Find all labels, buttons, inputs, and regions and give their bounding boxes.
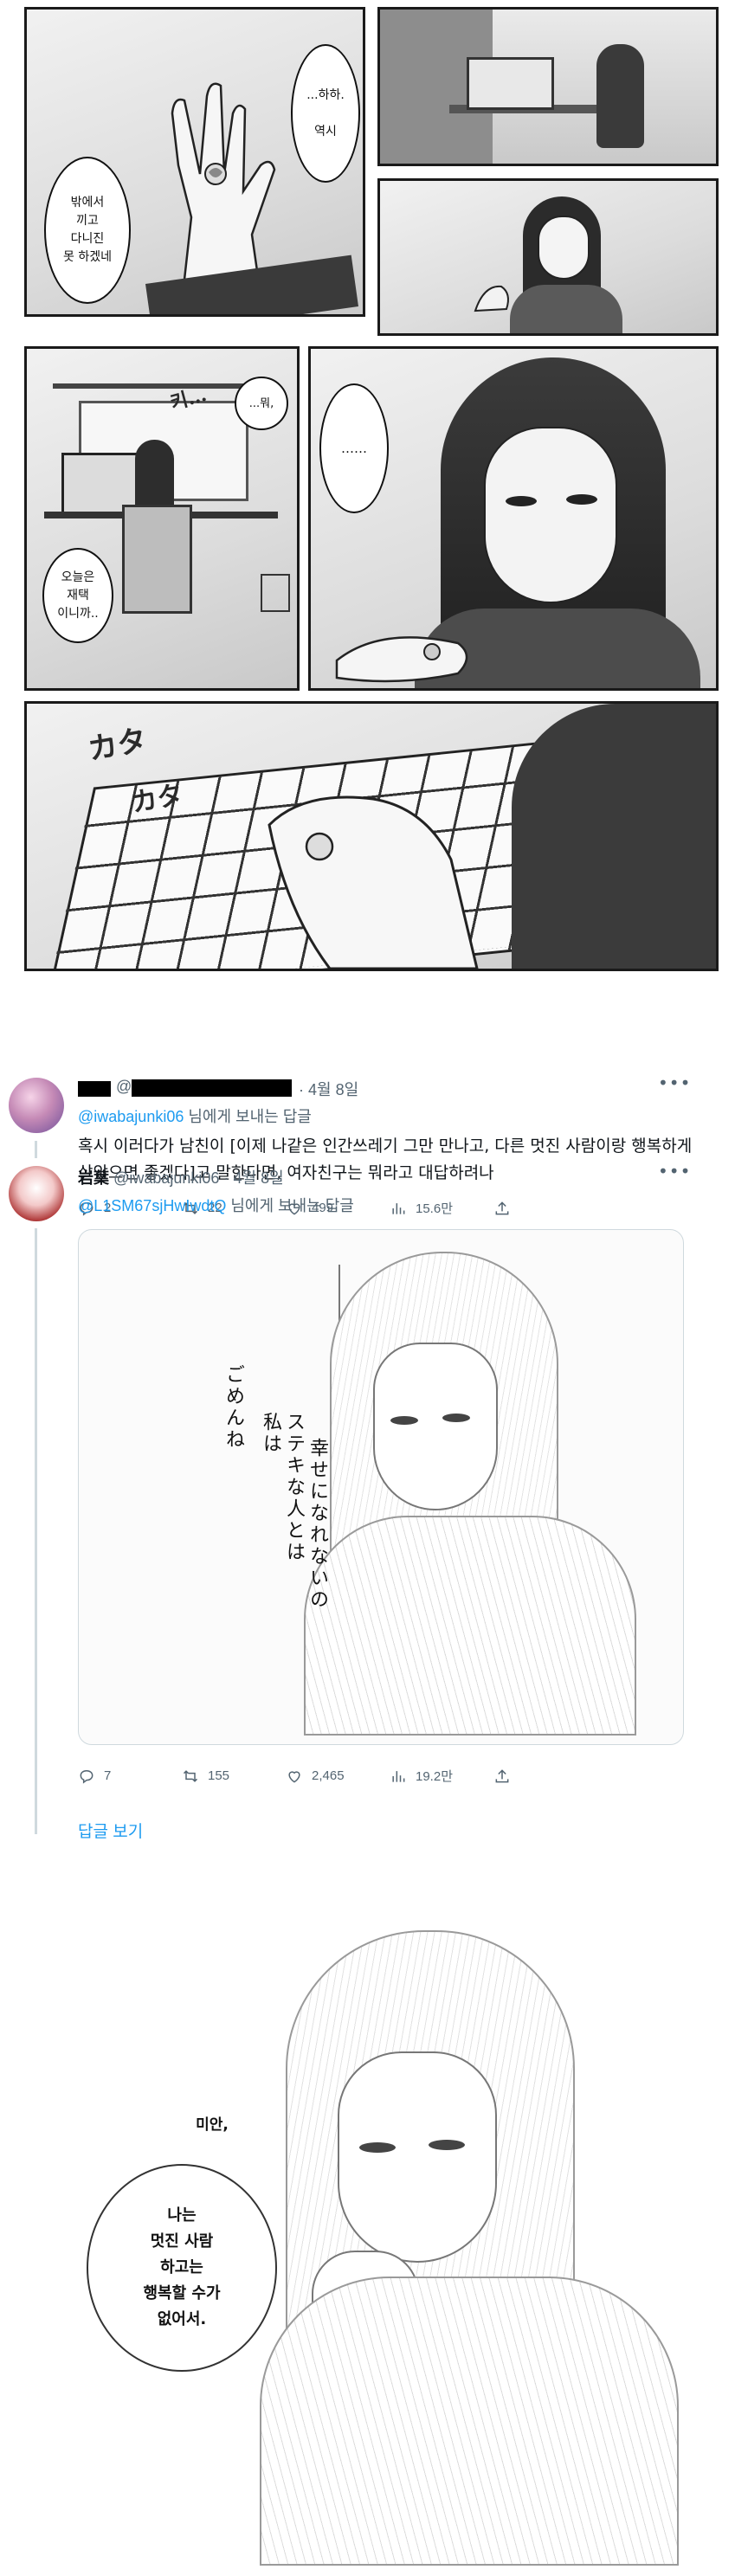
show-replies-link[interactable]: 답글 보기 bbox=[78, 1819, 143, 1842]
redacted-handle bbox=[132, 1079, 292, 1097]
reply-handle-link[interactable]: @L1SM67sjHwIwdtQ bbox=[78, 1197, 226, 1214]
speech-bubble: 나는 멋진 사람 하고는 행복할 수가 없어서. bbox=[87, 2164, 277, 2372]
manga-panel-girl-turn bbox=[377, 178, 719, 336]
thread-line bbox=[35, 1228, 37, 1834]
reply-context: @L1SM67sjHwIwdtQ 님에게 보내는 답글 bbox=[78, 1197, 354, 1214]
sound-effect: カタ bbox=[85, 723, 150, 768]
retweet-button[interactable]: 155 bbox=[182, 1767, 286, 1785]
views-button[interactable]: 19.2만 bbox=[390, 1767, 493, 1785]
speech-bubble: ...하하. 역시 bbox=[291, 44, 360, 183]
chair bbox=[122, 505, 192, 614]
tweet-reply[interactable]: 岩葉 @iwabajunki06 · 4월 8일 ••• @L1SM67sjHw… bbox=[0, 1156, 735, 1874]
manga-panel-hand: 밖에서 끼고 다니진 못 하겠네 ...하하. 역시 bbox=[24, 7, 365, 317]
manga-panel-girl-closeup: …… bbox=[308, 346, 719, 691]
speech-bubble: 밖에서 끼고 다니진 못 하겠네 bbox=[44, 157, 131, 304]
girl-face bbox=[538, 216, 590, 280]
girl-sweater bbox=[510, 285, 622, 333]
reply-handle-link[interactable]: @iwabajunki06 bbox=[78, 1108, 184, 1125]
monitor bbox=[467, 57, 554, 110]
more-options-icon[interactable]: ••• bbox=[658, 1072, 691, 1093]
manga-panel-room bbox=[377, 7, 719, 166]
sketch-eye bbox=[359, 2142, 396, 2153]
tweet-date[interactable]: · 4월 8일 bbox=[224, 1169, 284, 1187]
sketch-face bbox=[338, 2051, 497, 2263]
share-icon bbox=[495, 1768, 509, 1782]
manga-panel-keyboard: カタ カタ bbox=[24, 701, 719, 971]
reply-button[interactable]: 7 bbox=[78, 1767, 182, 1785]
reply-icon bbox=[80, 1769, 93, 1784]
heart-icon bbox=[288, 1770, 300, 1783]
trash-bin bbox=[261, 574, 290, 612]
author-handle[interactable]: @iwabajunki06 bbox=[113, 1169, 219, 1187]
author-name[interactable]: 岩葉 bbox=[78, 1169, 109, 1187]
handle-prefix: @ bbox=[116, 1078, 132, 1095]
sleeve-right bbox=[512, 704, 716, 969]
figure-sitting bbox=[596, 44, 644, 148]
analytics-icon bbox=[392, 1770, 405, 1782]
share-button[interactable] bbox=[493, 1767, 528, 1785]
redacted-name bbox=[78, 1081, 111, 1097]
like-button[interactable]: 2,465 bbox=[286, 1767, 390, 1785]
girl-eye bbox=[506, 496, 537, 506]
retweet-icon bbox=[183, 1769, 198, 1782]
speech-bubble: …… bbox=[319, 383, 389, 513]
image-text: ごめんね bbox=[222, 1364, 244, 1451]
translated-sketch-panel: 미안, 나는 멋진 사람 하고는 행복할 수가 없어서. bbox=[0, 1904, 735, 2576]
speech-bubble: 오늘은 재택 이니까.. bbox=[42, 548, 113, 643]
image-text: 幸せになれないの bbox=[306, 1438, 328, 1611]
sketch-eye bbox=[442, 1414, 470, 1422]
speech-bubble: ...뭐, bbox=[235, 377, 288, 430]
avatar[interactable] bbox=[9, 1078, 64, 1133]
hand-wave-illustration bbox=[474, 285, 509, 312]
sketch-eye bbox=[390, 1416, 418, 1425]
manga-panel-room-wide: 키… ...뭐, 오늘은 재택 이니까.. bbox=[24, 346, 300, 691]
speech-bubble: 미안, bbox=[196, 2116, 229, 2134]
tweet-date[interactable]: · 4월 8일 bbox=[299, 1078, 358, 1100]
avatar[interactable] bbox=[9, 1166, 64, 1221]
shelf-line bbox=[53, 383, 252, 389]
hand-ring-illustration bbox=[335, 636, 468, 683]
tweet-actions: 7 155 2,465 19.2만 bbox=[78, 1767, 528, 1785]
more-options-icon[interactable]: ••• bbox=[658, 1161, 691, 1182]
sketch-eye bbox=[429, 2140, 465, 2150]
sketch-sweater bbox=[260, 2277, 679, 2566]
tweet-image[interactable]: ごめんね 私は ステキな人とは 幸せになれないの bbox=[78, 1229, 684, 1745]
tweet-header: 岩葉 @iwabajunki06 · 4월 8일 bbox=[78, 1166, 284, 1188]
typing-hand-illustration bbox=[268, 795, 479, 969]
girl-face bbox=[484, 427, 617, 603]
girl-eye bbox=[566, 494, 597, 505]
sketch-face bbox=[373, 1343, 498, 1510]
reply-context: @iwabajunki06 님에게 보내는 답글 bbox=[78, 1108, 312, 1125]
sketch-sweater bbox=[304, 1516, 636, 1736]
